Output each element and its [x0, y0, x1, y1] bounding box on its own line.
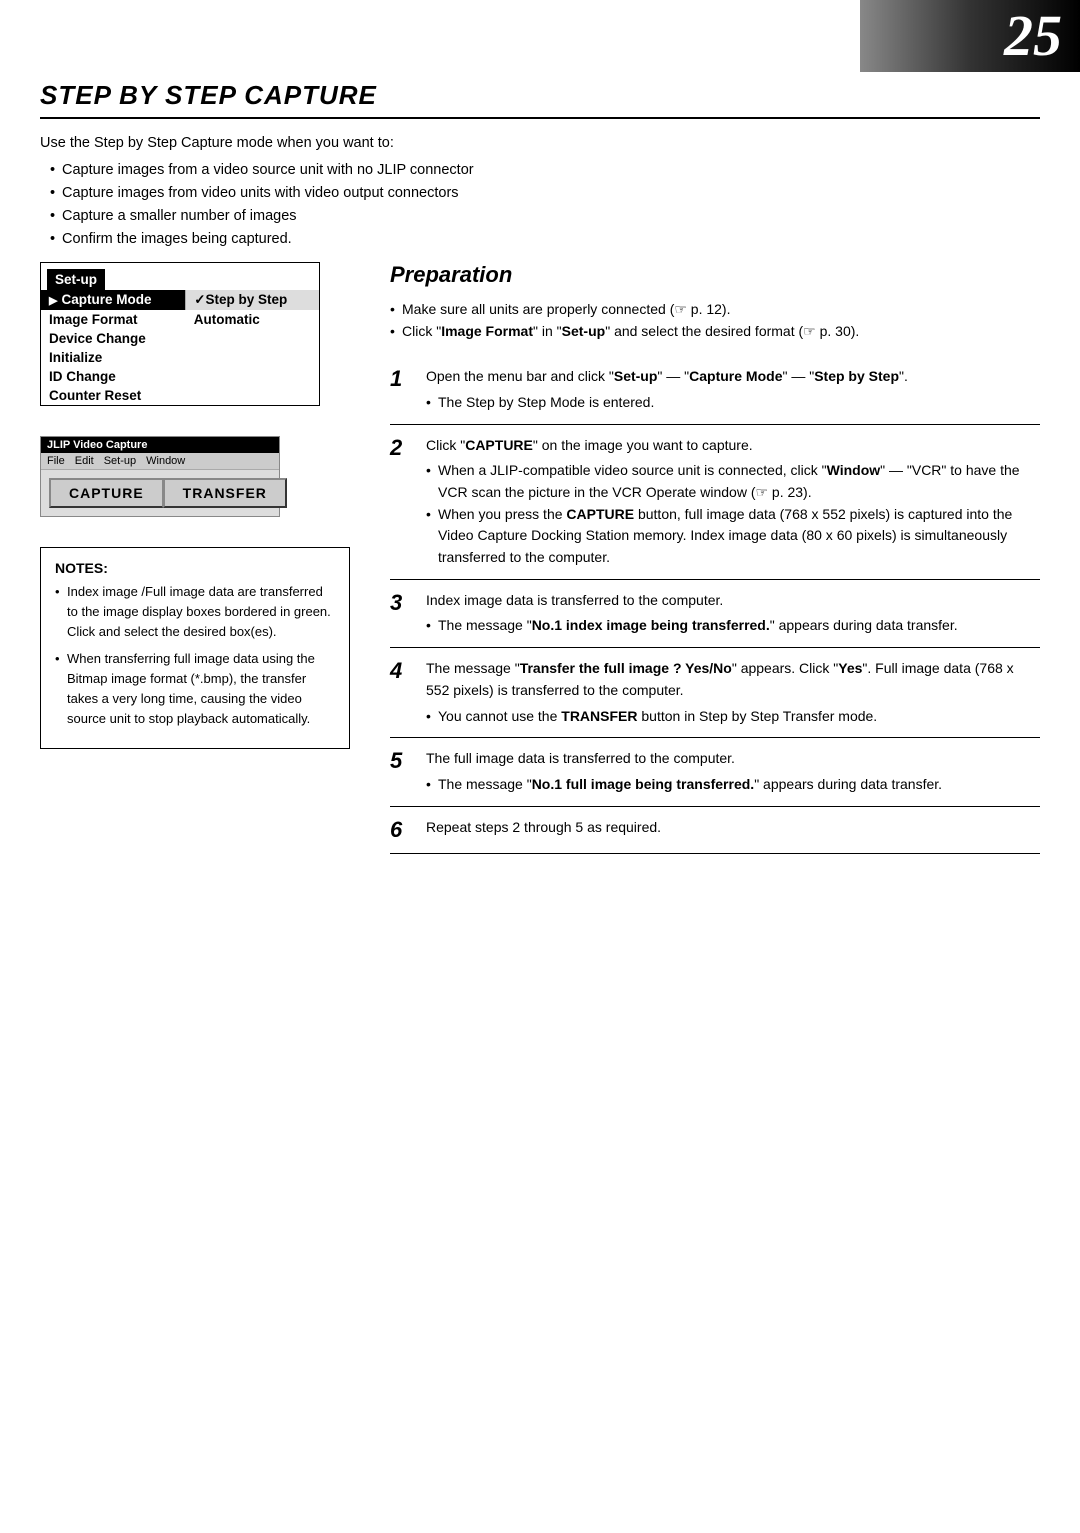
step-5-content: The full image data is transferred to th… [426, 748, 942, 795]
page-title: STEP BY STEP CAPTURE [40, 80, 1040, 119]
setup-row-3: Initialize [41, 348, 319, 367]
notes-box: NOTES: Index image /Full image data are … [40, 547, 350, 750]
setup-title: Set-up [47, 269, 105, 290]
step-4: 4 The message "Transfer the full image ?… [390, 648, 1040, 738]
preparation-heading: Preparation [390, 262, 1040, 288]
setup-row-5: Counter Reset [41, 386, 319, 405]
notes-list: Index image /Full image data are transfe… [55, 582, 335, 730]
setup-menu-table: ▶Capture Mode ✓Step by Step Image Format… [41, 290, 319, 405]
step-5: 5 The full image data is transferred to … [390, 738, 1040, 806]
step-2-content: Click "CAPTURE" on the image you want to… [426, 435, 1040, 569]
step-4-sub-1: You cannot use the TRANSFER button in St… [426, 706, 1040, 728]
prep-bullet-1: Make sure all units are properly connect… [390, 298, 1040, 320]
step-4-number: 4 [390, 658, 418, 727]
step-4-main: The message "Transfer the full image ? Y… [426, 660, 1014, 698]
step-4-content: The message "Transfer the full image ? Y… [426, 658, 1040, 727]
setup-row-4-value [186, 367, 319, 386]
setup-row-3-value [186, 348, 319, 367]
setup-row-0-label: ▶Capture Mode [41, 290, 186, 310]
setup-row-5-value [186, 386, 319, 405]
step-6-number: 6 [390, 817, 418, 843]
setup-row-4: ID Change [41, 367, 319, 386]
setup-menu-box: Set-up ▶Capture Mode ✓Step by Step Image… [40, 262, 320, 406]
jlip-menu-window[interactable]: Window [146, 455, 185, 467]
step-3-sub-1: The message "No.1 index image being tran… [426, 615, 958, 637]
page-number-banner: 25 [860, 0, 1080, 72]
capture-button[interactable]: CAPTURE [49, 478, 163, 508]
step-5-number: 5 [390, 748, 418, 795]
notes-bullet-2: When transferring full image data using … [55, 649, 335, 730]
steps-container: 1 Open the menu bar and click "Set-up" —… [390, 356, 1040, 854]
step-5-main: The full image data is transferred to th… [426, 750, 735, 766]
setup-row-1-value: Automatic [186, 310, 319, 329]
intro-bullet-4: Confirm the images being captured. [50, 228, 1040, 251]
intro-bullet-2: Capture images from video units with vid… [50, 182, 1040, 205]
step-6: 6 Repeat steps 2 through 5 as required. [390, 807, 1040, 854]
step-1-main: Open the menu bar and click "Set-up" — "… [426, 368, 908, 384]
jlip-buttons-row: CAPTURE TRANSFER [41, 470, 279, 516]
step-1-number: 1 [390, 366, 418, 413]
right-column: Preparation Make sure all units are prop… [390, 262, 1040, 854]
setup-row-2-value [186, 329, 319, 348]
step-1-content: Open the menu bar and click "Set-up" — "… [426, 366, 908, 413]
step-3-content: Index image data is transferred to the c… [426, 590, 958, 637]
setup-row-0-value: ✓Step by Step [186, 290, 319, 310]
page-number: 25 [1004, 7, 1062, 65]
intro-bullets: Capture images from a video source unit … [50, 159, 1040, 252]
step-5-sub-1: The message "No.1 full image being trans… [426, 774, 942, 796]
setup-row-1: Image Format Automatic [41, 310, 319, 329]
step-2: 2 Click "CAPTURE" on the image you want … [390, 425, 1040, 580]
jlip-titlebar: JLIP Video Capture [41, 437, 279, 453]
setup-row-2: Device Change [41, 329, 319, 348]
prep-bullet-2: Click "Image Format" in "Set-up" and sel… [390, 320, 1040, 342]
jlip-menu-file[interactable]: File [47, 455, 65, 467]
step-3-number: 3 [390, 590, 418, 637]
step-3: 3 Index image data is transferred to the… [390, 580, 1040, 648]
notes-bullet-1: Index image /Full image data are transfe… [55, 582, 335, 642]
setup-row-3-label: Initialize [41, 348, 186, 367]
step-2-number: 2 [390, 435, 418, 569]
step-1: 1 Open the menu bar and click "Set-up" —… [390, 356, 1040, 424]
step-2-sub-1: When a JLIP-compatible video source unit… [426, 460, 1040, 503]
preparation-bullets: Make sure all units are properly connect… [390, 298, 1040, 343]
step-2-sub-2: When you press the CAPTURE button, full … [426, 504, 1040, 569]
step-6-content: Repeat steps 2 through 5 as required. [426, 817, 661, 843]
step-2-main: Click "CAPTURE" on the image you want to… [426, 437, 753, 453]
intro-bullet-1: Capture images from a video source unit … [50, 159, 1040, 182]
step-6-main: Repeat steps 2 through 5 as required. [426, 819, 661, 835]
jlip-window: JLIP Video Capture File Edit Set-up Wind… [40, 436, 280, 517]
setup-row-0: ▶Capture Mode ✓Step by Step [41, 290, 319, 310]
left-column: Set-up ▶Capture Mode ✓Step by Step Image… [40, 262, 370, 854]
step-1-sub-1: The Step by Step Mode is entered. [426, 392, 908, 414]
setup-row-2-label: Device Change [41, 329, 186, 348]
jlip-menu-setup[interactable]: Set-up [104, 455, 136, 467]
step-3-main: Index image data is transferred to the c… [426, 592, 723, 608]
intro-lead: Use the Step by Step Capture mode when y… [40, 133, 1040, 155]
intro-bullet-3: Capture a smaller number of images [50, 205, 1040, 228]
setup-row-4-label: ID Change [41, 367, 186, 386]
jlip-menu-edit[interactable]: Edit [75, 455, 94, 467]
setup-row-1-label: Image Format [41, 310, 186, 329]
jlip-menubar: File Edit Set-up Window [41, 453, 279, 470]
setup-row-5-label: Counter Reset [41, 386, 186, 405]
notes-title: NOTES: [55, 560, 335, 576]
transfer-button[interactable]: TRANSFER [163, 478, 287, 508]
